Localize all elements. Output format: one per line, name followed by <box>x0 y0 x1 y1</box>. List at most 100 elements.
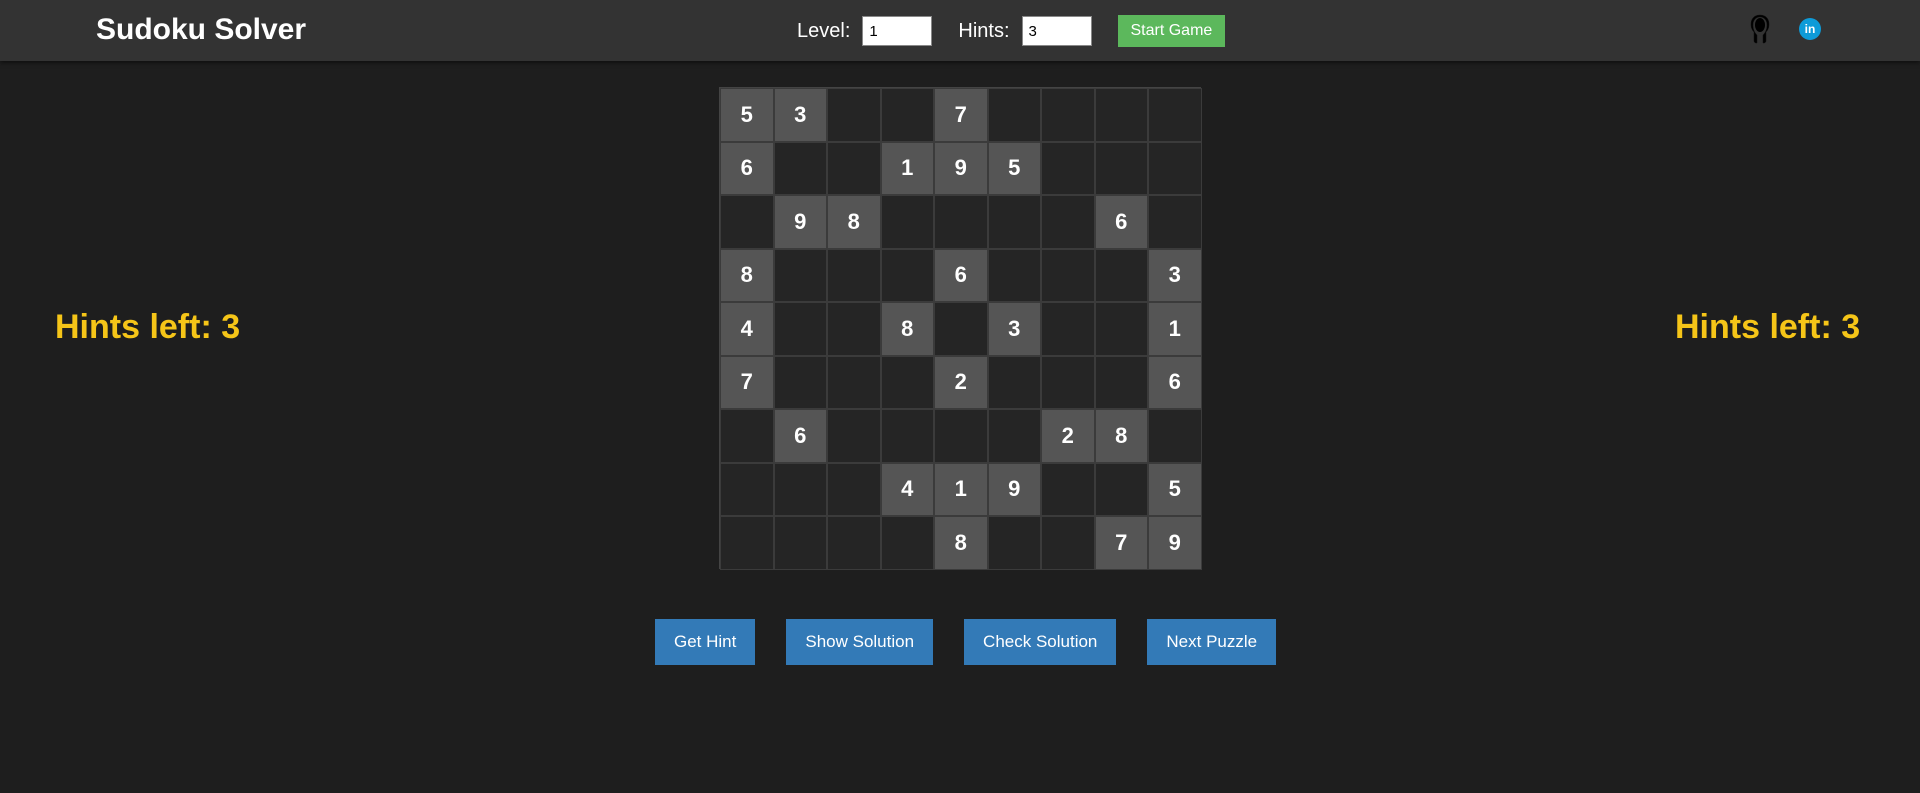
get-hint-button[interactable]: Get Hint <box>655 619 756 665</box>
sudoku-cell: 8 <box>880 302 934 356</box>
sudoku-cell[interactable] <box>1041 302 1095 356</box>
sudoku-cell[interactable] <box>880 355 934 409</box>
sudoku-cell[interactable] <box>934 195 988 249</box>
sudoku-cell: 1 <box>1148 302 1202 356</box>
sudoku-cell[interactable] <box>1148 88 1202 142</box>
sudoku-cell[interactable] <box>934 409 988 463</box>
sudoku-cell: 9 <box>987 462 1041 516</box>
sudoku-cell[interactable] <box>773 462 827 516</box>
sudoku-cell: 2 <box>1041 409 1095 463</box>
sudoku-cell[interactable] <box>1041 195 1095 249</box>
sudoku-cell: 6 <box>773 409 827 463</box>
check-solution-button[interactable]: Check Solution <box>964 619 1117 665</box>
sudoku-cell: 7 <box>1094 516 1148 570</box>
sudoku-cell: 3 <box>987 302 1041 356</box>
sudoku-cell[interactable] <box>827 302 881 356</box>
linkedin-icon[interactable]: in <box>1799 18 1821 40</box>
hints-label: Hints: <box>958 19 1010 42</box>
sudoku-cell: 9 <box>773 195 827 249</box>
sudoku-cell[interactable] <box>1094 302 1148 356</box>
sudoku-cell: 3 <box>1148 248 1202 302</box>
sudoku-cell: 2 <box>934 355 988 409</box>
sudoku-cell: 1 <box>880 141 934 195</box>
game-controls: Level: Hints: Start Game <box>797 13 1226 49</box>
sudoku-cell: 5 <box>720 88 774 142</box>
sudoku-cell[interactable] <box>1041 88 1095 142</box>
hints-left-counter-left: Hints left: 3 <box>55 308 241 346</box>
sudoku-cell[interactable] <box>1094 462 1148 516</box>
sudoku-cell: 8 <box>827 195 881 249</box>
social-links: in <box>1748 14 1821 44</box>
sudoku-cell[interactable] <box>987 355 1041 409</box>
sudoku-cell[interactable] <box>827 141 881 195</box>
show-solution-button[interactable]: Show Solution <box>786 619 934 665</box>
sudoku-cell[interactable] <box>880 516 934 570</box>
sudoku-cell[interactable] <box>773 248 827 302</box>
sudoku-cell[interactable] <box>827 88 881 142</box>
sudoku-cell[interactable] <box>827 248 881 302</box>
sudoku-cell: 6 <box>720 141 774 195</box>
linkedin-icon-text: in <box>1804 22 1816 36</box>
sudoku-cell[interactable] <box>827 355 881 409</box>
sudoku-cell[interactable] <box>773 141 827 195</box>
sudoku-cell: 8 <box>720 248 774 302</box>
sudoku-cell: 5 <box>987 141 1041 195</box>
sudoku-cell: 8 <box>934 516 988 570</box>
sudoku-cell: 6 <box>934 248 988 302</box>
sudoku-cell[interactable] <box>773 302 827 356</box>
sudoku-cell[interactable] <box>880 88 934 142</box>
sudoku-cell[interactable] <box>987 88 1041 142</box>
sudoku-cell[interactable] <box>880 195 934 249</box>
sudoku-cell: 5 <box>1148 462 1202 516</box>
sudoku-cell[interactable] <box>1094 248 1148 302</box>
sudoku-cell[interactable] <box>987 516 1041 570</box>
github-icon[interactable] <box>1748 14 1772 44</box>
sudoku-cell: 4 <box>880 462 934 516</box>
level-label: Level: <box>797 19 851 42</box>
sudoku-cell: 6 <box>1094 195 1148 249</box>
sudoku-cell: 1 <box>934 462 988 516</box>
sudoku-cell: 7 <box>720 355 774 409</box>
sudoku-cell: 7 <box>934 88 988 142</box>
top-bar: Sudoku Solver Level: Hints: Start Game i… <box>0 0 1920 61</box>
hints-input[interactable] <box>1021 16 1092 46</box>
sudoku-cell[interactable] <box>987 409 1041 463</box>
sudoku-cell[interactable] <box>720 462 774 516</box>
sudoku-cell[interactable] <box>1148 409 1202 463</box>
sudoku-cell[interactable] <box>827 516 881 570</box>
sudoku-cell[interactable] <box>1041 462 1095 516</box>
sudoku-board: 537619598686348317266284195879 <box>719 87 1202 570</box>
sudoku-cell[interactable] <box>880 409 934 463</box>
next-puzzle-button[interactable]: Next Puzzle <box>1147 619 1277 665</box>
sudoku-cell[interactable] <box>1094 88 1148 142</box>
level-input[interactable] <box>862 16 933 46</box>
sudoku-cell[interactable] <box>1041 141 1095 195</box>
sudoku-cell: 8 <box>1094 409 1148 463</box>
sudoku-cell[interactable] <box>934 302 988 356</box>
sudoku-cell: 3 <box>773 88 827 142</box>
sudoku-cell[interactable] <box>720 516 774 570</box>
sudoku-cell[interactable] <box>1094 355 1148 409</box>
sudoku-cell[interactable] <box>720 409 774 463</box>
sudoku-cell: 9 <box>1148 516 1202 570</box>
sudoku-cell[interactable] <box>720 195 774 249</box>
sudoku-cell[interactable] <box>1148 195 1202 249</box>
sudoku-cell: 6 <box>1148 355 1202 409</box>
start-game-button[interactable]: Start Game <box>1117 15 1226 47</box>
sudoku-cell: 9 <box>934 141 988 195</box>
sudoku-cell[interactable] <box>773 516 827 570</box>
sudoku-cell[interactable] <box>1041 516 1095 570</box>
app-title: Sudoku Solver <box>96 13 307 46</box>
sudoku-cell[interactable] <box>987 195 1041 249</box>
sudoku-cell[interactable] <box>827 409 881 463</box>
sudoku-cell[interactable] <box>1041 248 1095 302</box>
sudoku-cell: 4 <box>720 302 774 356</box>
sudoku-cell[interactable] <box>987 248 1041 302</box>
sudoku-cell[interactable] <box>1094 141 1148 195</box>
sudoku-cell[interactable] <box>1041 355 1095 409</box>
sudoku-cell[interactable] <box>1148 141 1202 195</box>
hints-left-counter-right: Hints left: 3 <box>1675 308 1861 346</box>
sudoku-cell[interactable] <box>773 355 827 409</box>
sudoku-cell[interactable] <box>827 462 881 516</box>
sudoku-cell[interactable] <box>880 248 934 302</box>
